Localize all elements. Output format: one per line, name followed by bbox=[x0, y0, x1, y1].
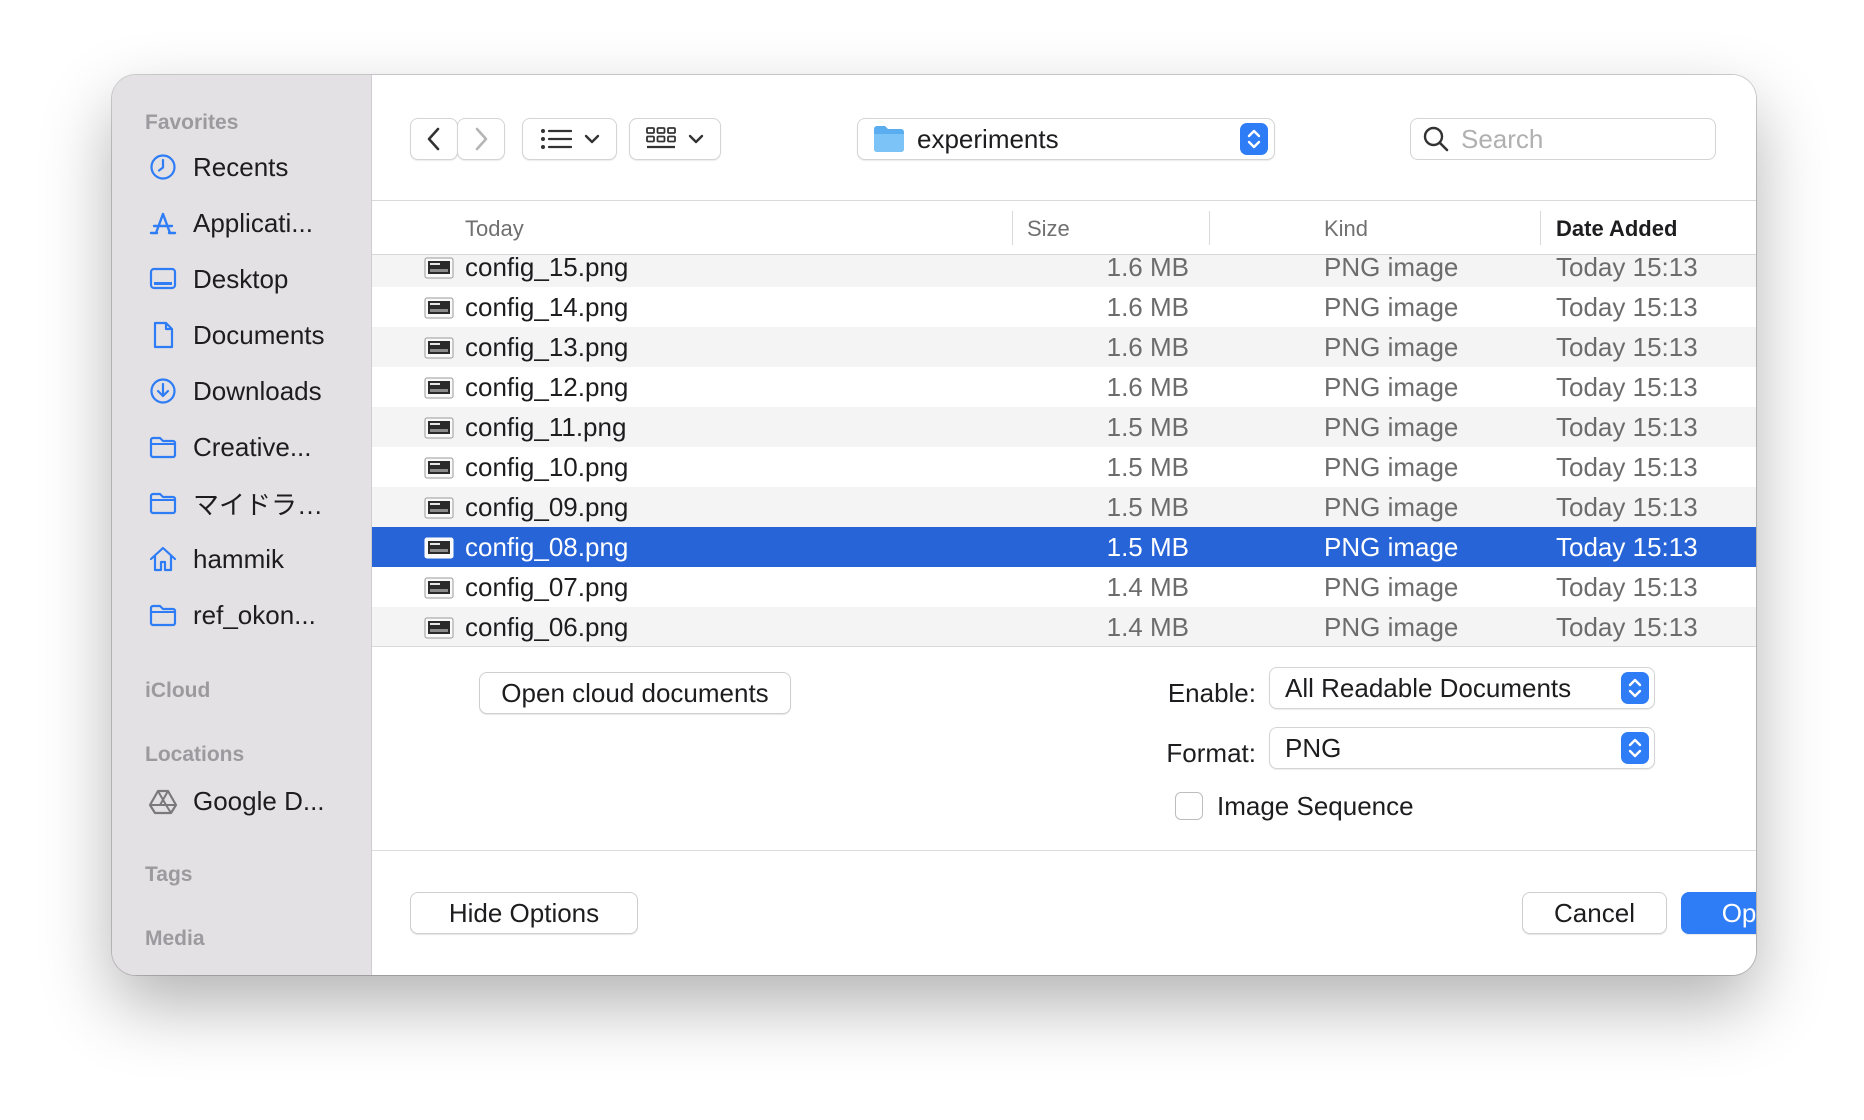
sidebar-item-label: Downloads bbox=[193, 375, 322, 406]
png-file-icon bbox=[424, 255, 454, 286]
open-cloud-documents-button[interactable]: Open cloud documents bbox=[479, 672, 791, 714]
png-file-icon bbox=[424, 535, 454, 566]
open-button[interactable]: Open bbox=[1681, 892, 1756, 934]
png-file-icon bbox=[424, 495, 454, 526]
column-divider[interactable] bbox=[1540, 211, 1541, 245]
desktop-icon bbox=[147, 263, 179, 295]
png-file-icon bbox=[424, 335, 454, 366]
clock-icon bbox=[147, 151, 179, 183]
folder-icon bbox=[874, 126, 904, 152]
browser-pane: experiments Today Size Kind Date Added c bbox=[372, 75, 1756, 975]
table-row[interactable]: config_14.png 1.6 MB PNG image Today 15:… bbox=[372, 287, 1756, 327]
sidebar-item-label: Desktop bbox=[193, 263, 289, 294]
sidebar-item-my-drive[interactable]: マイドラ… bbox=[147, 483, 362, 523]
folder-icon bbox=[147, 431, 179, 463]
search-icon bbox=[1423, 126, 1449, 152]
column-header-kind[interactable]: Kind bbox=[1324, 216, 1368, 242]
sidebar: Favorites Recents Applicati... Desktop D… bbox=[112, 75, 372, 975]
sidebar-item-label: ref_okon... bbox=[193, 599, 316, 630]
column-header-name[interactable]: Today bbox=[465, 216, 524, 242]
chevron-right-icon bbox=[475, 127, 488, 151]
table-row[interactable]: config_10.png 1.5 MB PNG image Today 15:… bbox=[372, 447, 1756, 487]
sidebar-item-label: Creative... bbox=[193, 431, 312, 462]
stepper-arrows-icon bbox=[1621, 732, 1649, 764]
sidebar-item-creative[interactable]: Creative... bbox=[147, 427, 362, 467]
sidebar-item-label: Documents bbox=[193, 319, 325, 350]
folder-icon bbox=[147, 487, 179, 519]
sidebar-item-documents[interactable]: Documents bbox=[147, 315, 362, 355]
table-row[interactable]: config_07.png 1.4 MB PNG image Today 15:… bbox=[372, 567, 1756, 607]
enable-label: Enable: bbox=[1167, 678, 1256, 708]
png-file-icon bbox=[424, 415, 454, 446]
applications-icon bbox=[147, 207, 179, 239]
table-row[interactable]: config_12.png 1.6 MB PNG image Today 15:… bbox=[372, 367, 1756, 407]
chevron-down-icon bbox=[584, 134, 599, 144]
folder-icon bbox=[147, 599, 179, 631]
footer-divider bbox=[372, 850, 1756, 851]
format-label: Format: bbox=[1166, 738, 1256, 768]
home-icon bbox=[147, 543, 179, 575]
png-file-icon bbox=[424, 455, 454, 486]
cancel-button[interactable]: Cancel bbox=[1522, 892, 1667, 934]
sidebar-section-tags: Tags bbox=[145, 863, 193, 886]
current-folder-label: experiments bbox=[917, 123, 1059, 154]
grid-view-icon bbox=[646, 127, 676, 149]
sidebar-item-label: Recents bbox=[193, 151, 289, 182]
png-file-icon bbox=[424, 375, 454, 406]
column-header-date-added[interactable]: Date Added bbox=[1556, 216, 1677, 242]
sidebar-section-media: Media bbox=[145, 927, 205, 950]
sidebar-item-label: hammik bbox=[193, 543, 285, 574]
view-grid-button[interactable] bbox=[629, 118, 721, 160]
file-list: config_15.png 1.6 MB PNG image Today 15:… bbox=[372, 255, 1756, 647]
forward-button[interactable] bbox=[457, 118, 505, 160]
search-field[interactable] bbox=[1410, 118, 1716, 160]
sidebar-item-label: Google D... bbox=[193, 785, 325, 816]
view-list-button[interactable] bbox=[522, 118, 617, 160]
list-view-icon bbox=[540, 129, 572, 149]
table-row[interactable]: config_13.png 1.6 MB PNG image Today 15:… bbox=[372, 327, 1756, 367]
back-button[interactable] bbox=[410, 118, 458, 160]
table-row-selected[interactable]: config_08.png 1.5 MB PNG image Today 15:… bbox=[372, 527, 1756, 567]
sidebar-section-favorites: Favorites bbox=[145, 111, 239, 134]
sidebar-item-label: Applicati... bbox=[193, 207, 313, 238]
column-divider[interactable] bbox=[1012, 211, 1013, 245]
sidebar-section-icloud: iCloud bbox=[145, 679, 211, 702]
document-icon bbox=[147, 319, 179, 351]
open-file-dialog: Favorites Recents Applicati... Desktop D… bbox=[112, 75, 1756, 975]
chevron-down-icon bbox=[688, 134, 704, 144]
image-sequence-label[interactable]: Image Sequence bbox=[1217, 791, 1414, 822]
stepper-arrows-icon bbox=[1621, 672, 1649, 704]
sidebar-item-recents[interactable]: Recents bbox=[147, 147, 362, 187]
hide-options-button[interactable]: Hide Options bbox=[410, 892, 638, 934]
sidebar-section-locations: Locations bbox=[145, 743, 245, 766]
png-file-icon bbox=[424, 575, 454, 606]
toolbar: experiments bbox=[372, 75, 1756, 201]
stepper-arrows-icon bbox=[1240, 123, 1268, 155]
enable-select[interactable]: All Readable Documents bbox=[1269, 667, 1655, 709]
table-row[interactable]: config_11.png 1.5 MB PNG image Today 15:… bbox=[372, 407, 1756, 447]
search-input[interactable] bbox=[1459, 122, 1703, 156]
png-file-icon bbox=[424, 615, 454, 646]
column-header-size[interactable]: Size bbox=[1027, 216, 1070, 242]
folder-path-popup[interactable]: experiments bbox=[857, 118, 1275, 160]
download-icon bbox=[147, 375, 179, 407]
sidebar-item-desktop[interactable]: Desktop bbox=[147, 259, 362, 299]
column-headers: Today Size Kind Date Added bbox=[372, 201, 1756, 255]
table-row[interactable]: config_15.png 1.6 MB PNG image Today 15:… bbox=[372, 255, 1756, 287]
google-drive-icon bbox=[147, 785, 179, 817]
chevron-left-icon bbox=[427, 127, 440, 151]
sidebar-item-home[interactable]: hammik bbox=[147, 539, 362, 579]
sidebar-item-applications[interactable]: Applicati... bbox=[147, 203, 362, 243]
sidebar-item-downloads[interactable]: Downloads bbox=[147, 371, 362, 411]
png-file-icon bbox=[424, 295, 454, 326]
image-sequence-checkbox[interactable] bbox=[1175, 792, 1203, 820]
column-divider[interactable] bbox=[1209, 211, 1210, 245]
table-row[interactable]: config_06.png 1.4 MB PNG image Today 15:… bbox=[372, 607, 1756, 646]
format-select[interactable]: PNG bbox=[1269, 727, 1655, 769]
table-row[interactable]: config_09.png 1.5 MB PNG image Today 15:… bbox=[372, 487, 1756, 527]
sidebar-item-google-drive[interactable]: Google D... bbox=[147, 781, 362, 821]
sidebar-item-label: マイドラ… bbox=[193, 489, 324, 520]
sidebar-item-ref-okon[interactable]: ref_okon... bbox=[147, 595, 362, 635]
